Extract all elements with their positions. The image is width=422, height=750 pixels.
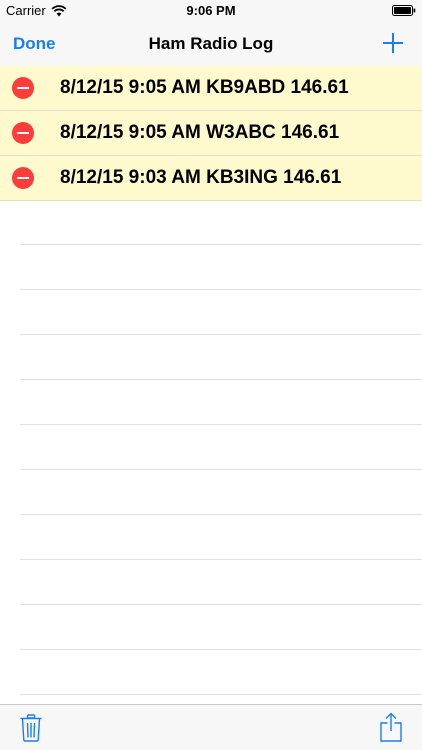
log-entry-row[interactable]: 8/12/15 9:05 AM W3ABC 146.61	[0, 111, 422, 156]
empty-rows	[0, 200, 422, 704]
row-separator	[20, 649, 422, 650]
row-separator	[20, 604, 422, 605]
row-separator	[20, 469, 422, 470]
row-separator	[20, 334, 422, 335]
delete-minus-icon[interactable]	[12, 167, 34, 189]
log-entry-text: 8/12/15 9:05 AM W3ABC 146.61	[60, 122, 340, 143]
log-list: 8/12/15 9:05 AM KB9ABD 146.61 8/12/15 9:…	[0, 66, 422, 201]
delete-minus-icon[interactable]	[12, 77, 34, 99]
navigation-bar: Done Ham Radio Log	[0, 22, 422, 67]
share-button[interactable]	[380, 712, 402, 742]
battery-icon	[392, 5, 416, 16]
row-separator	[20, 694, 422, 695]
log-entry-row[interactable]: 8/12/15 9:05 AM KB9ABD 146.61	[0, 66, 422, 111]
status-bar: Carrier 9:06 PM	[0, 0, 422, 22]
row-separator	[20, 514, 422, 515]
row-separator	[20, 424, 422, 425]
plus-icon	[383, 33, 403, 53]
row-separator	[20, 379, 422, 380]
log-entry-text: 8/12/15 9:03 AM KB3ING 146.61	[60, 167, 342, 188]
log-entry-text: 8/12/15 9:05 AM KB9ABD 146.61	[60, 77, 349, 98]
page-title: Ham Radio Log	[148, 34, 274, 53]
row-separator	[20, 289, 422, 290]
row-separator	[20, 559, 422, 560]
log-entry-row[interactable]: 8/12/15 9:03 AM KB3ING 146.61	[0, 156, 422, 201]
trash-icon	[20, 714, 42, 742]
delete-minus-icon[interactable]	[12, 122, 34, 144]
trash-button[interactable]	[20, 714, 42, 742]
status-time: 9:06 PM	[186, 3, 236, 18]
add-entry-button[interactable]	[382, 32, 404, 54]
share-icon	[380, 712, 402, 742]
row-separator	[20, 244, 422, 245]
bottom-toolbar	[0, 704, 422, 750]
